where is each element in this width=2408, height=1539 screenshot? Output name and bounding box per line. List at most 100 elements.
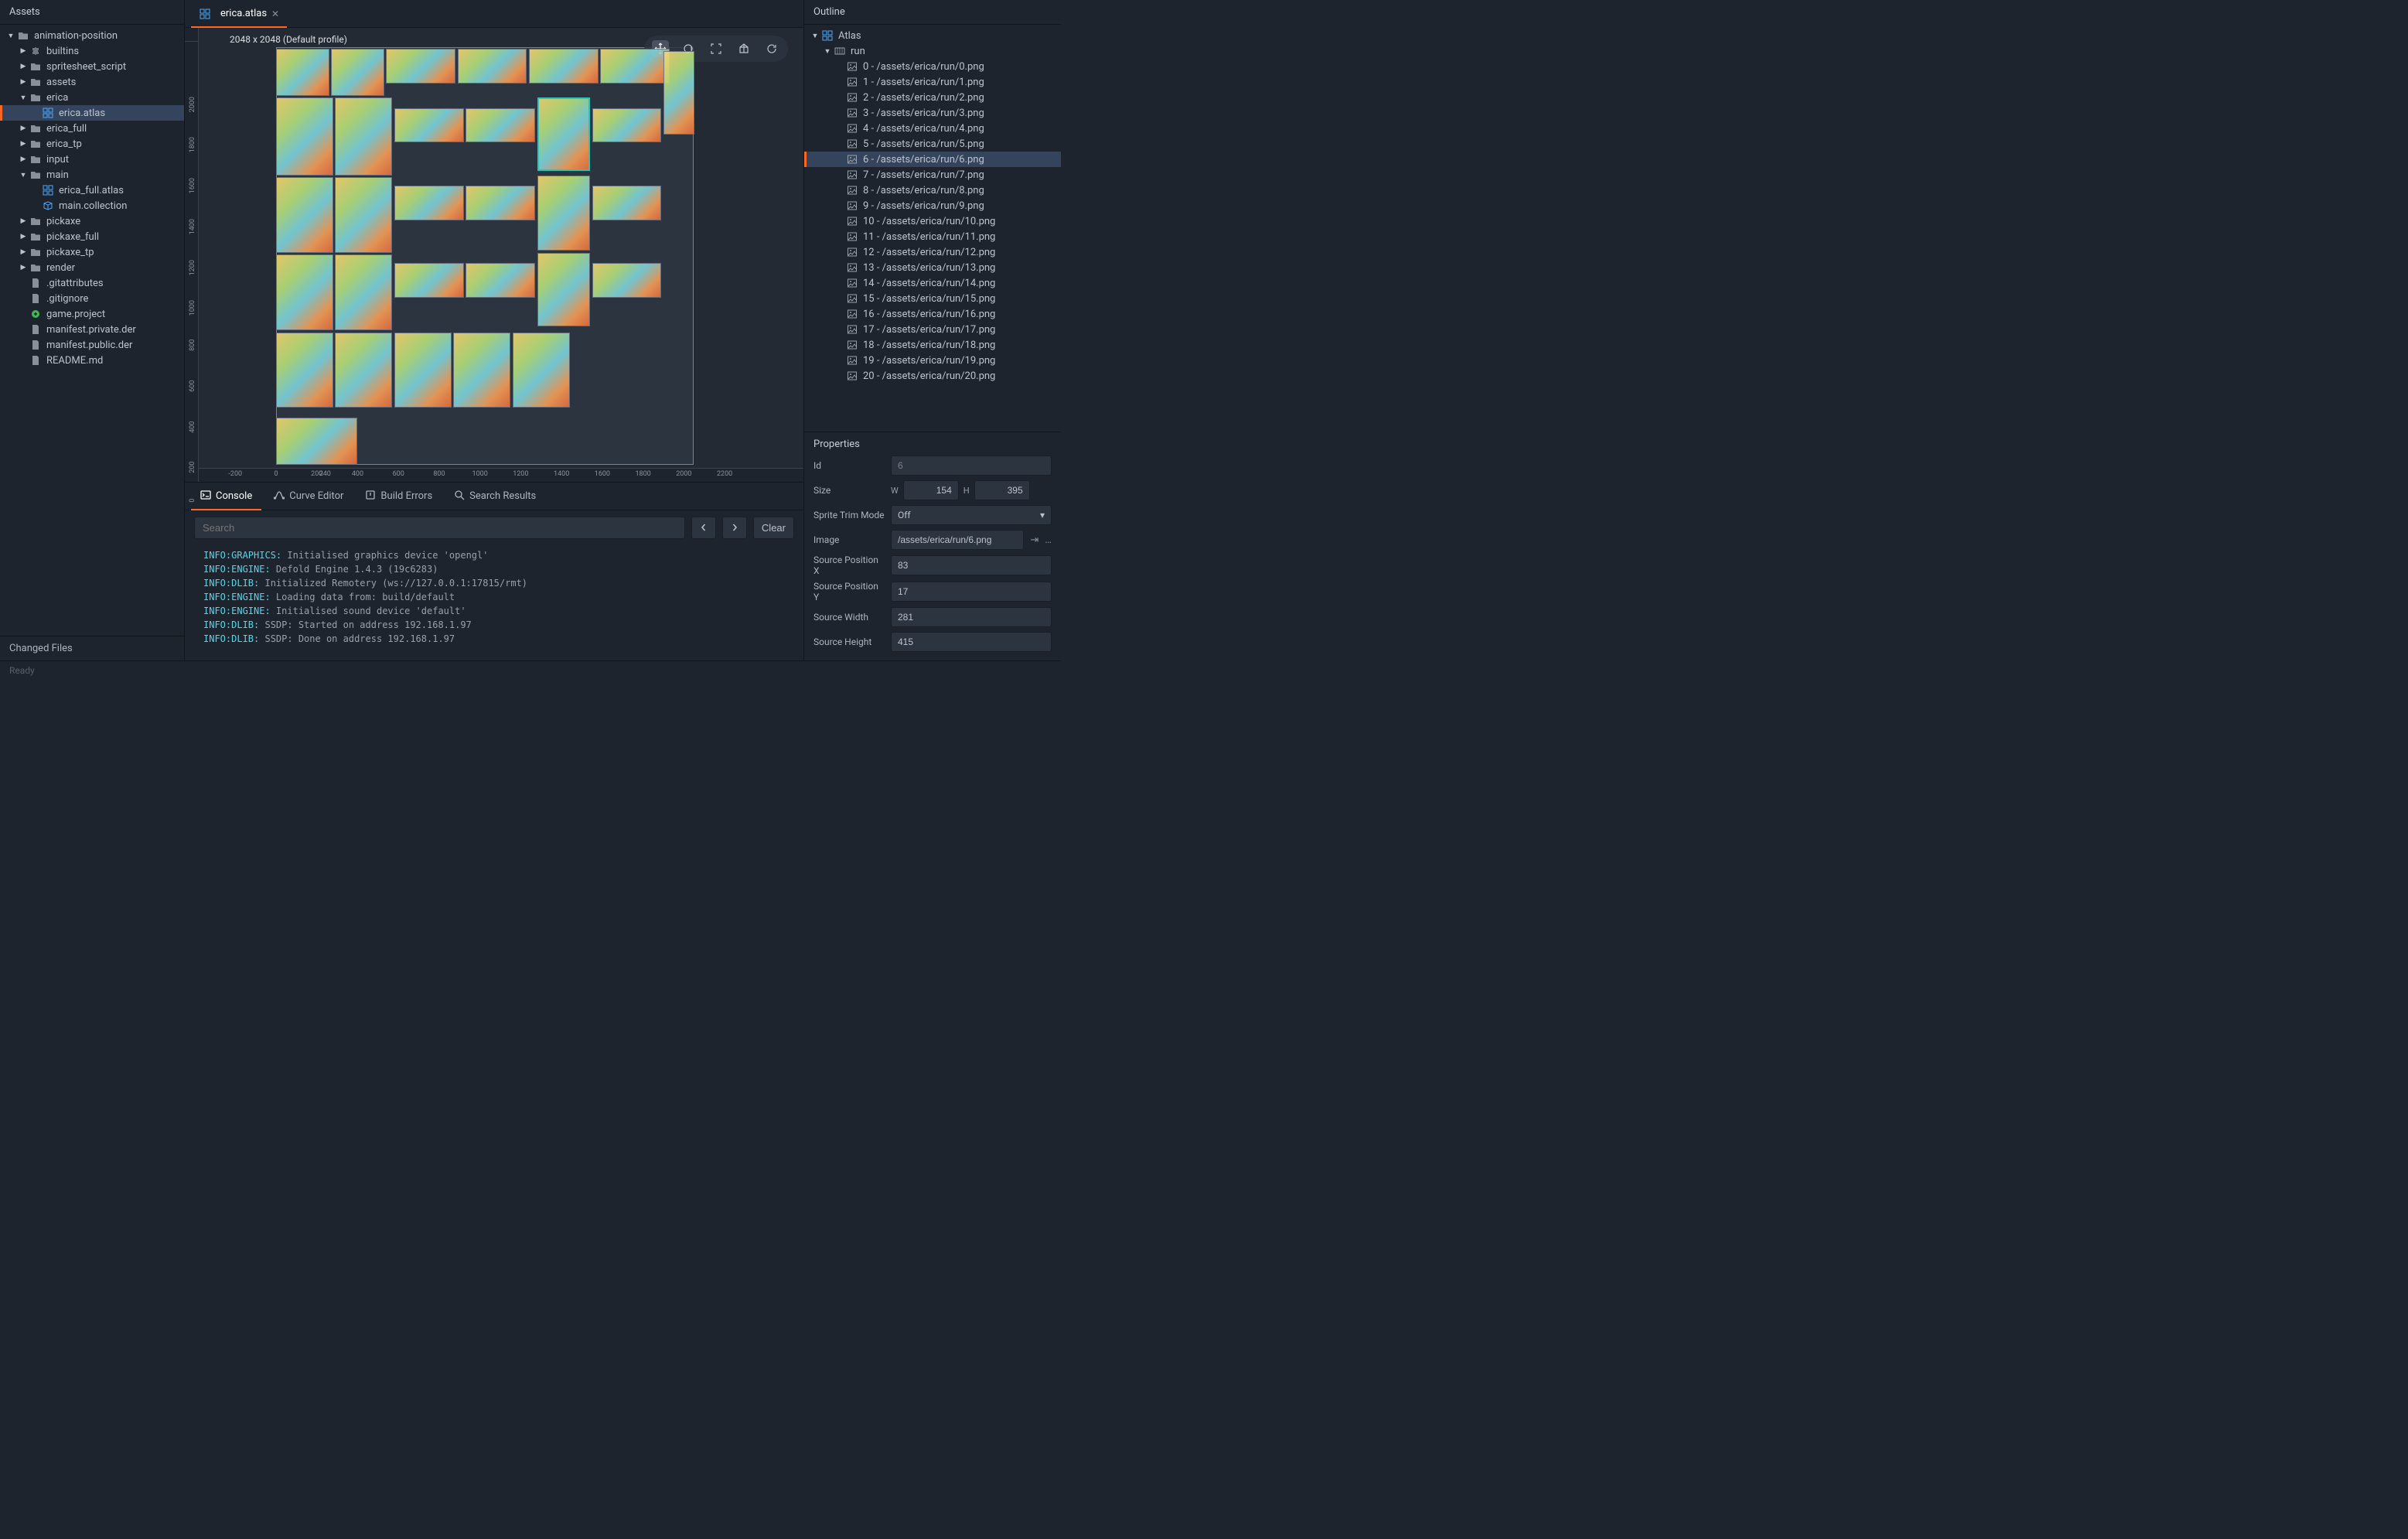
sprite-frame[interactable]	[394, 108, 464, 143]
sprite-frame[interactable]	[592, 108, 662, 143]
asset-item-erica-atlas[interactable]: erica.atlas	[0, 105, 184, 121]
prop-spx-input[interactable]	[891, 555, 1052, 575]
asset-item-pickaxe-full[interactable]: ▶pickaxe_full	[0, 229, 184, 244]
sprite-frame[interactable]	[466, 186, 535, 220]
console-search-input[interactable]	[194, 517, 685, 539]
asset-item-render[interactable]: ▶render	[0, 260, 184, 275]
outline-item-frame-20[interactable]: 20 - /assets/erica/run/20.png	[804, 368, 1061, 384]
caret-down-icon[interactable]: ▼	[19, 93, 28, 102]
outline-item-run[interactable]: ▼run	[804, 43, 1061, 59]
sprite-frame[interactable]	[466, 108, 535, 143]
outline-item-frame-9[interactable]: 9 - /assets/erica/run/9.png	[804, 198, 1061, 213]
sprite-frame[interactable]	[276, 49, 329, 96]
asset-item-builtins[interactable]: ▶builtins	[0, 43, 184, 59]
caret-down-icon[interactable]: ▼	[19, 170, 28, 179]
sprite-frame[interactable]	[529, 49, 599, 84]
sprite-frame[interactable]	[394, 186, 464, 220]
bottom-tab-search-results[interactable]: Search Results	[445, 483, 545, 510]
sprite-frame[interactable]	[276, 333, 333, 408]
close-tab-icon[interactable]: ✕	[271, 9, 279, 19]
asset-item-pickaxe-tp[interactable]: ▶pickaxe_tp	[0, 244, 184, 260]
sprite-frame[interactable]	[537, 253, 591, 326]
caret-right-icon[interactable]: ▶	[19, 155, 28, 164]
sprite-frame[interactable]	[537, 176, 591, 251]
asset-item-manifest-public-der[interactable]: manifest.public.der	[0, 337, 184, 353]
caret-right-icon[interactable]: ▶	[19, 263, 28, 272]
asset-item-animation-position[interactable]: ▼animation-position	[0, 28, 184, 43]
asset-item--gitignore[interactable]: .gitignore	[0, 291, 184, 306]
prop-image-browse-icon[interactable]: …	[1045, 534, 1052, 546]
outline-item-atlas[interactable]: ▼Atlas	[804, 28, 1061, 43]
caret-right-icon[interactable]: ▶	[19, 62, 28, 71]
outline-item-frame-3[interactable]: 3 - /assets/erica/run/3.png	[804, 105, 1061, 121]
asset-item-manifest-private-der[interactable]: manifest.private.der	[0, 322, 184, 337]
caret-down-icon[interactable]: ▼	[823, 46, 832, 56]
prop-sh-input[interactable]	[891, 632, 1052, 652]
outline-item-frame-12[interactable]: 12 - /assets/erica/run/12.png	[804, 244, 1061, 260]
assets-tree[interactable]: ▼animation-position▶builtins▶spritesheet…	[0, 25, 184, 636]
asset-item-erica-tp[interactable]: ▶erica_tp	[0, 136, 184, 152]
sprite-frame[interactable]	[335, 333, 392, 408]
sprite-frame[interactable]	[537, 97, 591, 171]
asset-item-input[interactable]: ▶input	[0, 152, 184, 167]
outline-tree[interactable]: ▼Atlas▼run0 - /assets/erica/run/0.png1 -…	[804, 25, 1061, 432]
outline-item-frame-8[interactable]: 8 - /assets/erica/run/8.png	[804, 183, 1061, 198]
bottom-tab-console[interactable]: Console	[191, 483, 261, 510]
outline-item-frame-18[interactable]: 18 - /assets/erica/run/18.png	[804, 337, 1061, 353]
caret-right-icon[interactable]: ▶	[19, 124, 28, 133]
outline-item-frame-11[interactable]: 11 - /assets/erica/run/11.png	[804, 229, 1061, 244]
prop-image-goto-icon[interactable]: ⇥	[1030, 534, 1039, 546]
outline-item-frame-17[interactable]: 17 - /assets/erica/run/17.png	[804, 322, 1061, 337]
outline-item-frame-5[interactable]: 5 - /assets/erica/run/5.png	[804, 136, 1061, 152]
console-next-button[interactable]	[722, 517, 747, 539]
sprite-frame[interactable]	[458, 49, 527, 84]
prop-spy-input[interactable]	[891, 582, 1052, 602]
perspective-tool-icon[interactable]	[735, 40, 752, 57]
caret-right-icon[interactable]: ▶	[19, 232, 28, 241]
caret-right-icon[interactable]: ▶	[19, 77, 28, 87]
frame-tool-icon[interactable]	[708, 40, 725, 57]
sprite-frame[interactable]	[394, 263, 464, 298]
sprite-frame[interactable]	[386, 49, 455, 84]
asset-item-erica[interactable]: ▼erica	[0, 90, 184, 105]
sprite-frame[interactable]	[335, 97, 392, 175]
outline-item-frame-16[interactable]: 16 - /assets/erica/run/16.png	[804, 306, 1061, 322]
outline-item-frame-4[interactable]: 4 - /assets/erica/run/4.png	[804, 121, 1061, 136]
prop-sw-input[interactable]	[891, 607, 1052, 627]
outline-item-frame-13[interactable]: 13 - /assets/erica/run/13.png	[804, 260, 1061, 275]
prop-trim-select[interactable]: Off ▾	[891, 505, 1052, 525]
asset-item-pickaxe[interactable]: ▶pickaxe	[0, 213, 184, 229]
canvas-area[interactable]: 2048 x 2048 (Default profile)	[199, 28, 803, 468]
sprite-frame[interactable]	[600, 49, 670, 84]
sprite-frame[interactable]	[335, 177, 392, 253]
console-clear-button[interactable]: Clear	[753, 517, 794, 539]
outline-item-frame-2[interactable]: 2 - /assets/erica/run/2.png	[804, 90, 1061, 105]
asset-item-game-project[interactable]: game.project	[0, 306, 184, 322]
outline-item-frame-19[interactable]: 19 - /assets/erica/run/19.png	[804, 353, 1061, 368]
editor-tab-erica-atlas[interactable]: erica.atlas ✕	[191, 0, 287, 27]
sprite-frame[interactable]	[394, 333, 452, 408]
caret-right-icon[interactable]: ▶	[19, 247, 28, 257]
sprite-frame[interactable]	[276, 254, 333, 330]
outline-item-frame-7[interactable]: 7 - /assets/erica/run/7.png	[804, 167, 1061, 183]
asset-item-assets[interactable]: ▶assets	[0, 74, 184, 90]
asset-item-spritesheet-script[interactable]: ▶spritesheet_script	[0, 59, 184, 74]
asset-item-readme-md[interactable]: README.md	[0, 353, 184, 368]
asset-item--gitattributes[interactable]: .gitattributes	[0, 275, 184, 291]
outline-item-frame-6[interactable]: 6 - /assets/erica/run/6.png	[804, 152, 1061, 167]
caret-down-icon[interactable]: ▼	[6, 31, 15, 40]
sprite-frame[interactable]	[663, 51, 694, 135]
caret-right-icon[interactable]: ▶	[19, 46, 28, 56]
sprite-frame[interactable]	[453, 333, 510, 408]
console-prev-button[interactable]	[691, 517, 716, 539]
prop-image-input[interactable]	[891, 530, 1024, 550]
changed-files-title[interactable]: Changed Files	[0, 636, 184, 660]
caret-down-icon[interactable]: ▼	[810, 31, 820, 40]
sprite-frame[interactable]	[276, 177, 333, 253]
outline-item-frame-15[interactable]: 15 - /assets/erica/run/15.png	[804, 291, 1061, 306]
sprite-frame[interactable]	[592, 186, 662, 220]
outline-item-frame-0[interactable]: 0 - /assets/erica/run/0.png	[804, 59, 1061, 74]
asset-item-main[interactable]: ▼main	[0, 167, 184, 183]
console-log[interactable]: INFO:GRAPHICS: Initialised graphics devi…	[185, 545, 803, 660]
refresh-tool-icon[interactable]	[763, 40, 780, 57]
